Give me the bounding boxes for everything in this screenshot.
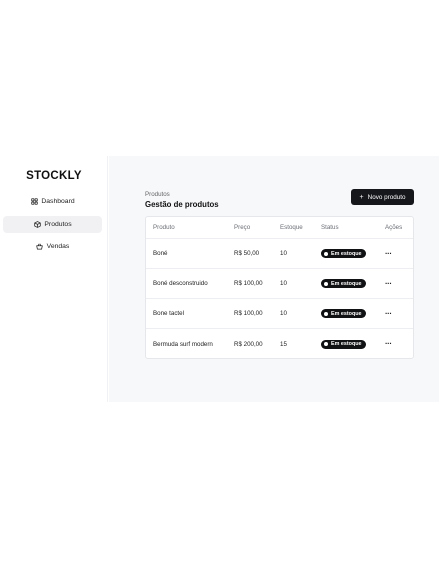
sidebar-item-dashboard[interactable]: Dashboard [3, 193, 102, 210]
sidebar-nav: Dashboard Produtos Vendas [3, 193, 102, 261]
package-icon [33, 220, 41, 228]
new-product-label: Novo produto [367, 193, 406, 201]
table-row: Boné desconstruido R$ 100,00 10 Em estoq… [146, 269, 413, 299]
status-label: Em estoque [331, 250, 362, 257]
product-price: R$ 100,00 [234, 280, 263, 287]
app-logo: STOCKLY [26, 170, 82, 182]
status-dot-icon [324, 281, 328, 286]
status-dot-icon [324, 311, 328, 316]
status-dot-icon [324, 251, 328, 256]
header-produto: Produto [153, 224, 175, 231]
basket-icon [36, 243, 44, 251]
status-label: Em estoque [331, 341, 362, 347]
sidebar-item-label: Vendas [46, 243, 70, 250]
table-row: Bone tactel R$ 100,00 10 Em estoque ··· [146, 299, 413, 329]
status-label: Em estoque [331, 280, 362, 287]
status-label: Em estoque [331, 310, 362, 317]
product-price: R$ 100,00 [234, 310, 263, 317]
grid-icon [30, 198, 38, 206]
product-name: Boné [153, 250, 168, 257]
plus-icon: + [359, 193, 364, 201]
table-row: Boné R$ 50,00 10 Em estoque ··· [146, 239, 413, 269]
product-name: Boné desconstruido [153, 280, 208, 287]
header-preco: Preço [234, 224, 251, 231]
product-price: R$ 50,00 [234, 250, 260, 257]
product-stock: 10 [280, 310, 287, 317]
sidebar-item-label: Dashboard [41, 198, 75, 205]
product-name: Bermuda surf modern [153, 340, 213, 348]
new-product-button[interactable]: + Novo produto [351, 189, 414, 205]
status-badge: Em estoque [321, 309, 366, 318]
sidebar-item-label: Produtos [44, 220, 72, 228]
header-acoes: Ações [385, 224, 403, 231]
sidebar-item-vendas[interactable]: Vendas [3, 238, 102, 255]
app-window: STOCKLY Dashboard Produtos Vendas Produt… [0, 156, 439, 402]
main-content: Produtos Gestão de produtos + Novo produ… [109, 156, 439, 402]
more-actions-icon[interactable]: ··· [385, 249, 392, 258]
header-estoque: Estoque [280, 224, 303, 231]
sidebar-item-produtos[interactable]: Produtos [3, 215, 102, 233]
product-stock: 10 [280, 250, 287, 257]
status-badge: Em estoque [321, 279, 366, 288]
more-actions-icon[interactable]: ··· [385, 340, 392, 348]
product-stock: 15 [280, 340, 287, 348]
status-dot-icon [324, 342, 328, 346]
products-table: Produto Preço Estoque Status Ações Boné … [145, 216, 414, 359]
breadcrumb: Produtos [145, 191, 170, 198]
status-badge: Em estoque [321, 339, 366, 349]
page-title: Gestão de produtos [145, 200, 219, 209]
header-status: Status [321, 224, 339, 231]
product-name: Bone tactel [153, 310, 184, 317]
more-actions-icon[interactable]: ··· [385, 309, 392, 318]
product-price: R$ 200,00 [234, 340, 263, 348]
status-badge: Em estoque [321, 249, 366, 258]
more-actions-icon[interactable]: ··· [385, 279, 392, 288]
table-header: Produto Preço Estoque Status Ações [146, 217, 413, 239]
product-stock: 10 [280, 280, 287, 287]
sidebar: STOCKLY Dashboard Produtos Vendas [0, 156, 108, 402]
table-row: Bermuda surf modern R$ 200,00 15 Em esto… [146, 329, 413, 359]
